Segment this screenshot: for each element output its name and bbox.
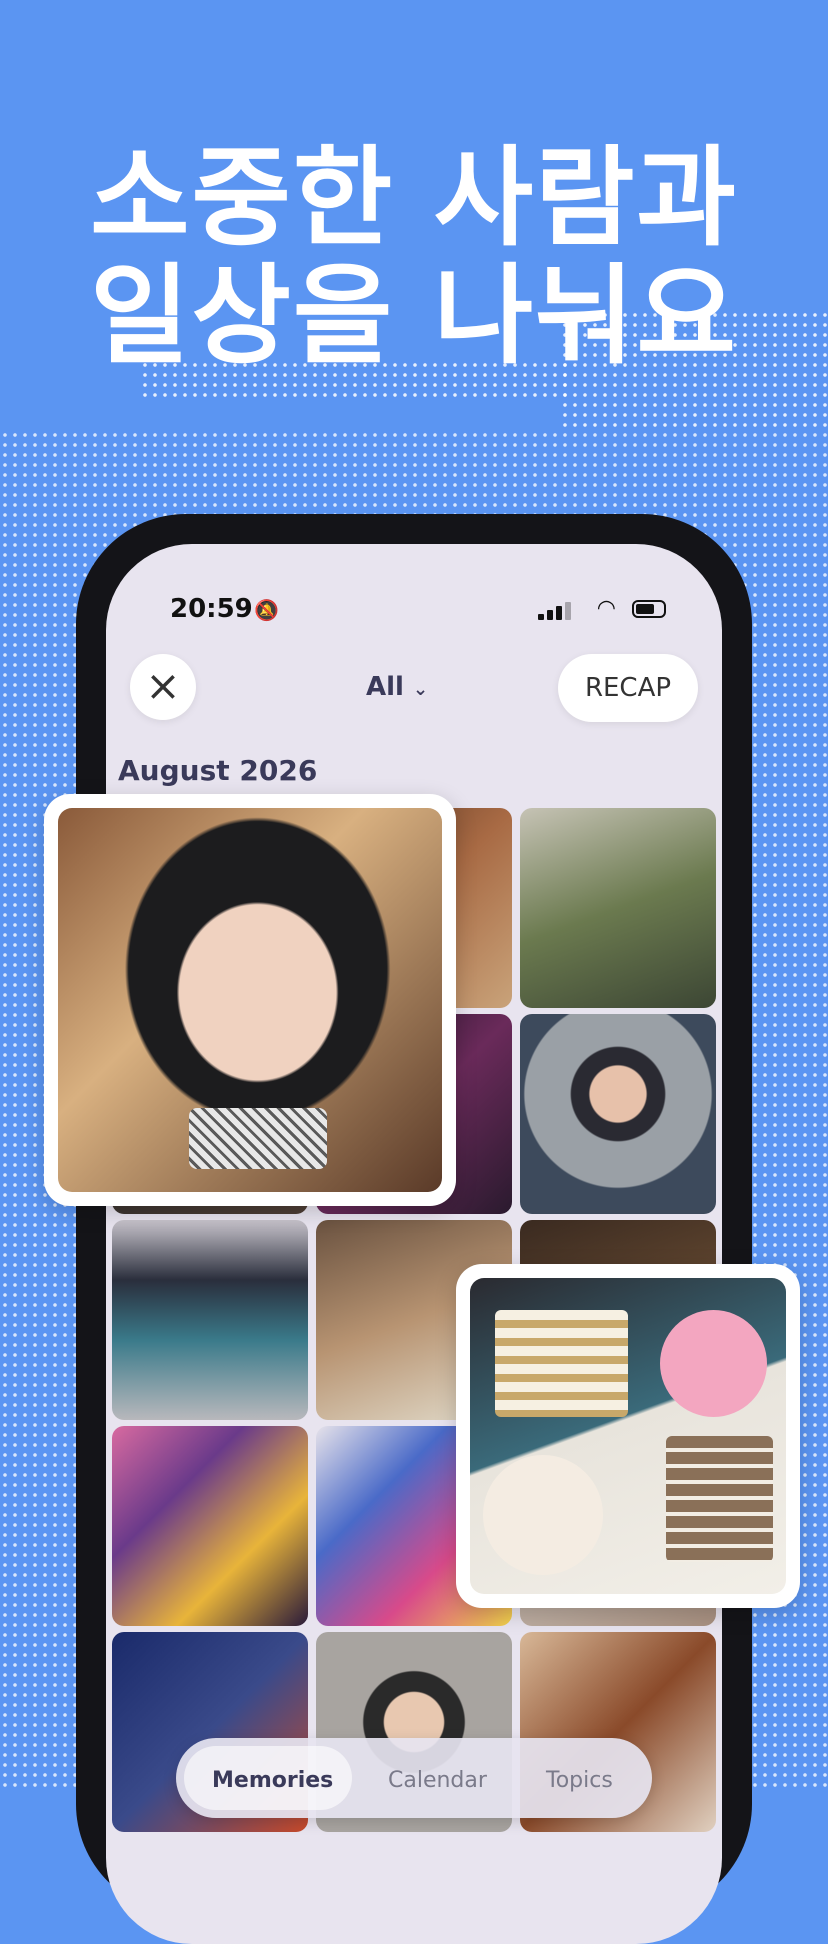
- photo-thumbnail[interactable]: [520, 1014, 716, 1214]
- cake-slice: [495, 1309, 628, 1418]
- status-time: 20:59: [170, 594, 253, 624]
- plush-toy: [482, 1454, 603, 1576]
- month-heading: August 2026: [118, 754, 318, 787]
- photo-thumbnail[interactable]: [112, 1220, 308, 1420]
- tab-calendar[interactable]: Calendar: [388, 1768, 487, 1793]
- tab-memories[interactable]: Memories: [212, 1768, 333, 1793]
- close-button[interactable]: ×: [130, 654, 196, 720]
- headline-line-1: 소중한 사람과: [90, 136, 738, 261]
- filter-label: All: [366, 672, 404, 702]
- phone-frame: 20:59 🔕 ◠ × All ⌄ RECAP August 2026: [76, 514, 752, 1944]
- recap-button[interactable]: RECAP: [558, 654, 698, 722]
- signal-icon: [538, 602, 572, 620]
- headline-line-2: 일상을 나눠요: [90, 254, 738, 379]
- scarf: [188, 1107, 327, 1169]
- close-icon: ×: [145, 661, 181, 710]
- photo-thumbnail[interactable]: [520, 808, 716, 1008]
- chevron-down-icon: ⌄: [413, 679, 429, 700]
- cake-slice: [665, 1436, 774, 1563]
- cake-photo: [470, 1278, 786, 1594]
- wifi-icon: ◠: [596, 596, 616, 621]
- phone-screen: 20:59 🔕 ◠ × All ⌄ RECAP August 2026: [106, 544, 722, 1944]
- filter-dropdown[interactable]: All ⌄: [366, 672, 428, 702]
- top-bar: × All ⌄ RECAP: [106, 654, 722, 724]
- plush-toy: [659, 1309, 768, 1418]
- featured-photo-portrait[interactable]: [44, 794, 456, 1206]
- battery-icon: [632, 600, 666, 618]
- status-bar: 20:59 🔕 ◠: [106, 594, 722, 634]
- bell-slash-icon: 🔕: [254, 598, 279, 622]
- bottom-tab-bar: Memories Calendar Topics: [176, 1738, 652, 1818]
- portrait-photo: [58, 808, 442, 1192]
- featured-photo-cake[interactable]: [456, 1264, 800, 1608]
- headline: 소중한 사람과 일상을 나눠요: [0, 140, 828, 376]
- tab-topics[interactable]: Topics: [546, 1768, 613, 1793]
- photo-thumbnail[interactable]: [112, 1426, 308, 1626]
